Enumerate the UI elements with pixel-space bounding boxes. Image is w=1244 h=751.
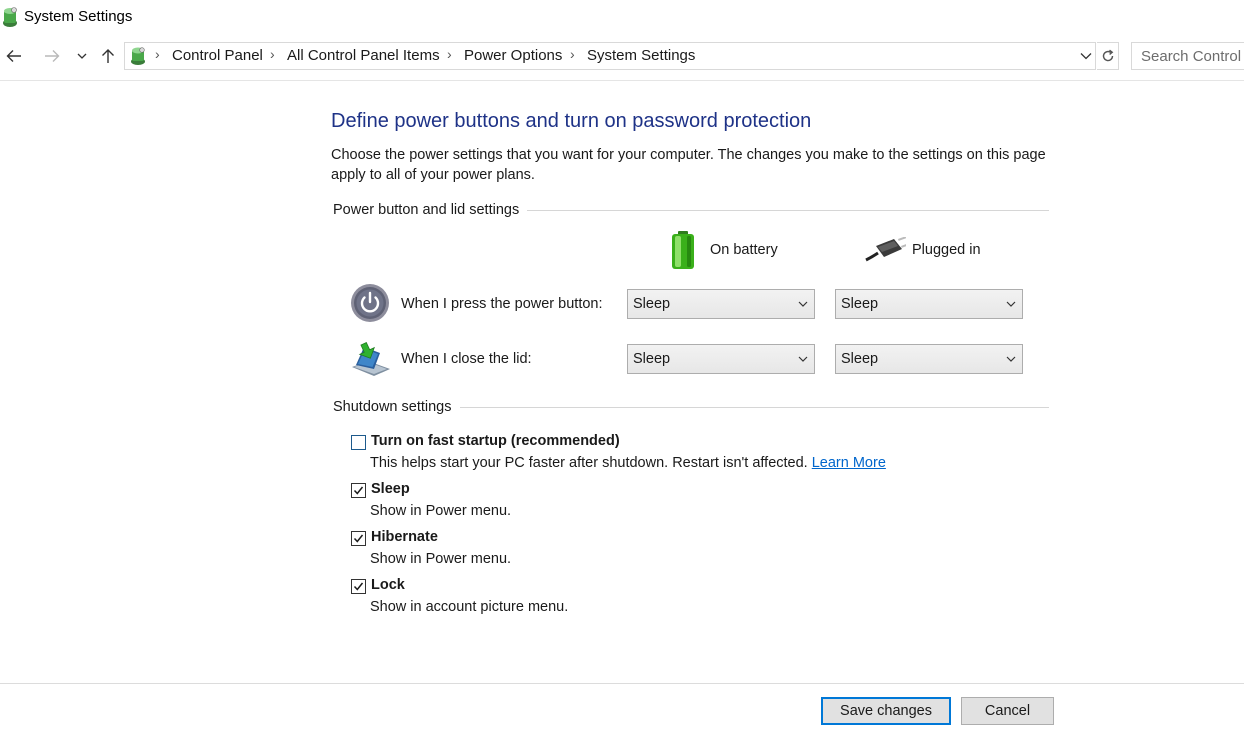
hibernate-checkbox[interactable] [351,531,366,546]
close-lid-battery-select[interactable]: Sleep [627,344,815,374]
header-divider [0,80,1244,81]
sleep-checkbox[interactable] [351,483,366,498]
select-value: Sleep [841,296,879,312]
power-button-plugged-select[interactable]: Sleep [835,289,1023,319]
learn-more-link[interactable]: Learn More [812,455,886,471]
fast-startup-description: This helps start your PC faster after sh… [370,455,886,471]
control-panel-icon [3,7,17,27]
power-button-label: When I press the power button: [401,296,603,312]
close-lid-plugged-select[interactable]: Sleep [835,344,1023,374]
power-button-icon [351,284,389,322]
close-lid-label: When I close the lid: [401,351,532,367]
checkmark-icon [353,486,364,495]
lock-checkbox[interactable] [351,579,366,594]
recent-locations-chevron-down-icon[interactable] [71,44,93,68]
shutdown-section-title: Shutdown settings [333,399,460,415]
chevron-down-icon [798,301,808,307]
plugged-in-header: Plugged in [912,242,981,258]
back-arrow-icon[interactable] [3,44,25,68]
fast-startup-checkbox[interactable] [351,435,366,450]
breadcrumb-separator-icon[interactable]: › [270,46,275,62]
breadcrumb-all-items[interactable]: All Control Panel Items [287,47,440,64]
search-input[interactable] [1131,42,1244,70]
select-value: Sleep [633,296,671,312]
breadcrumb-system-settings[interactable]: System Settings [587,47,695,64]
up-arrow-icon[interactable] [97,44,119,68]
chevron-down-icon [798,356,808,362]
fast-startup-label[interactable]: Turn on fast startup (recommended) [371,433,620,449]
breadcrumb-separator-icon[interactable]: › [447,46,452,62]
page-title: Define power buttons and turn on passwor… [331,110,812,132]
breadcrumb-separator-icon[interactable]: › [570,46,575,62]
power-section-title: Power button and lid settings [333,202,528,218]
save-changes-button[interactable]: Save changes [821,697,951,725]
title-bar: System Settings [0,0,1244,34]
breadcrumb-control-panel[interactable]: Control Panel [172,47,263,64]
breadcrumb-separator-icon[interactable]: › [155,46,160,62]
hibernate-label[interactable]: Hibernate [371,529,438,545]
on-battery-header: On battery [710,242,778,258]
laptop-lid-icon [352,341,390,376]
power-plug-icon [865,237,906,262]
address-history-chevron-down-icon[interactable] [1075,45,1097,67]
battery-icon [672,231,694,269]
power-button-battery-select[interactable]: Sleep [627,289,815,319]
control-panel-icon [131,47,145,65]
select-value: Sleep [841,351,879,367]
fast-startup-description-text: This helps start your PC faster after sh… [370,455,808,471]
checkmark-icon [353,582,364,591]
lock-description: Show in account picture menu. [370,599,569,615]
address-bar[interactable]: › Control Panel › All Control Panel Item… [124,42,1096,70]
lock-label[interactable]: Lock [371,577,405,593]
system-settings-window: System Settings › Control Panel › All Co… [0,0,1244,751]
cancel-button[interactable]: Cancel [961,697,1054,725]
window-title: System Settings [24,8,133,25]
select-value: Sleep [633,351,671,367]
checkmark-icon [353,534,364,543]
page-description: Choose the power settings that you want … [331,147,1046,183]
hibernate-description: Show in Power menu. [370,551,512,567]
sleep-description: Show in Power menu. [370,503,512,519]
forward-arrow-icon[interactable] [41,44,63,68]
sleep-label[interactable]: Sleep [371,481,410,497]
chevron-down-icon [1006,356,1016,362]
navigation-bar: › Control Panel › All Control Panel Item… [0,40,1244,72]
footer-divider [0,683,1244,684]
refresh-icon[interactable] [1097,42,1119,70]
breadcrumb-power-options[interactable]: Power Options [464,47,562,64]
chevron-down-icon [1006,301,1016,307]
